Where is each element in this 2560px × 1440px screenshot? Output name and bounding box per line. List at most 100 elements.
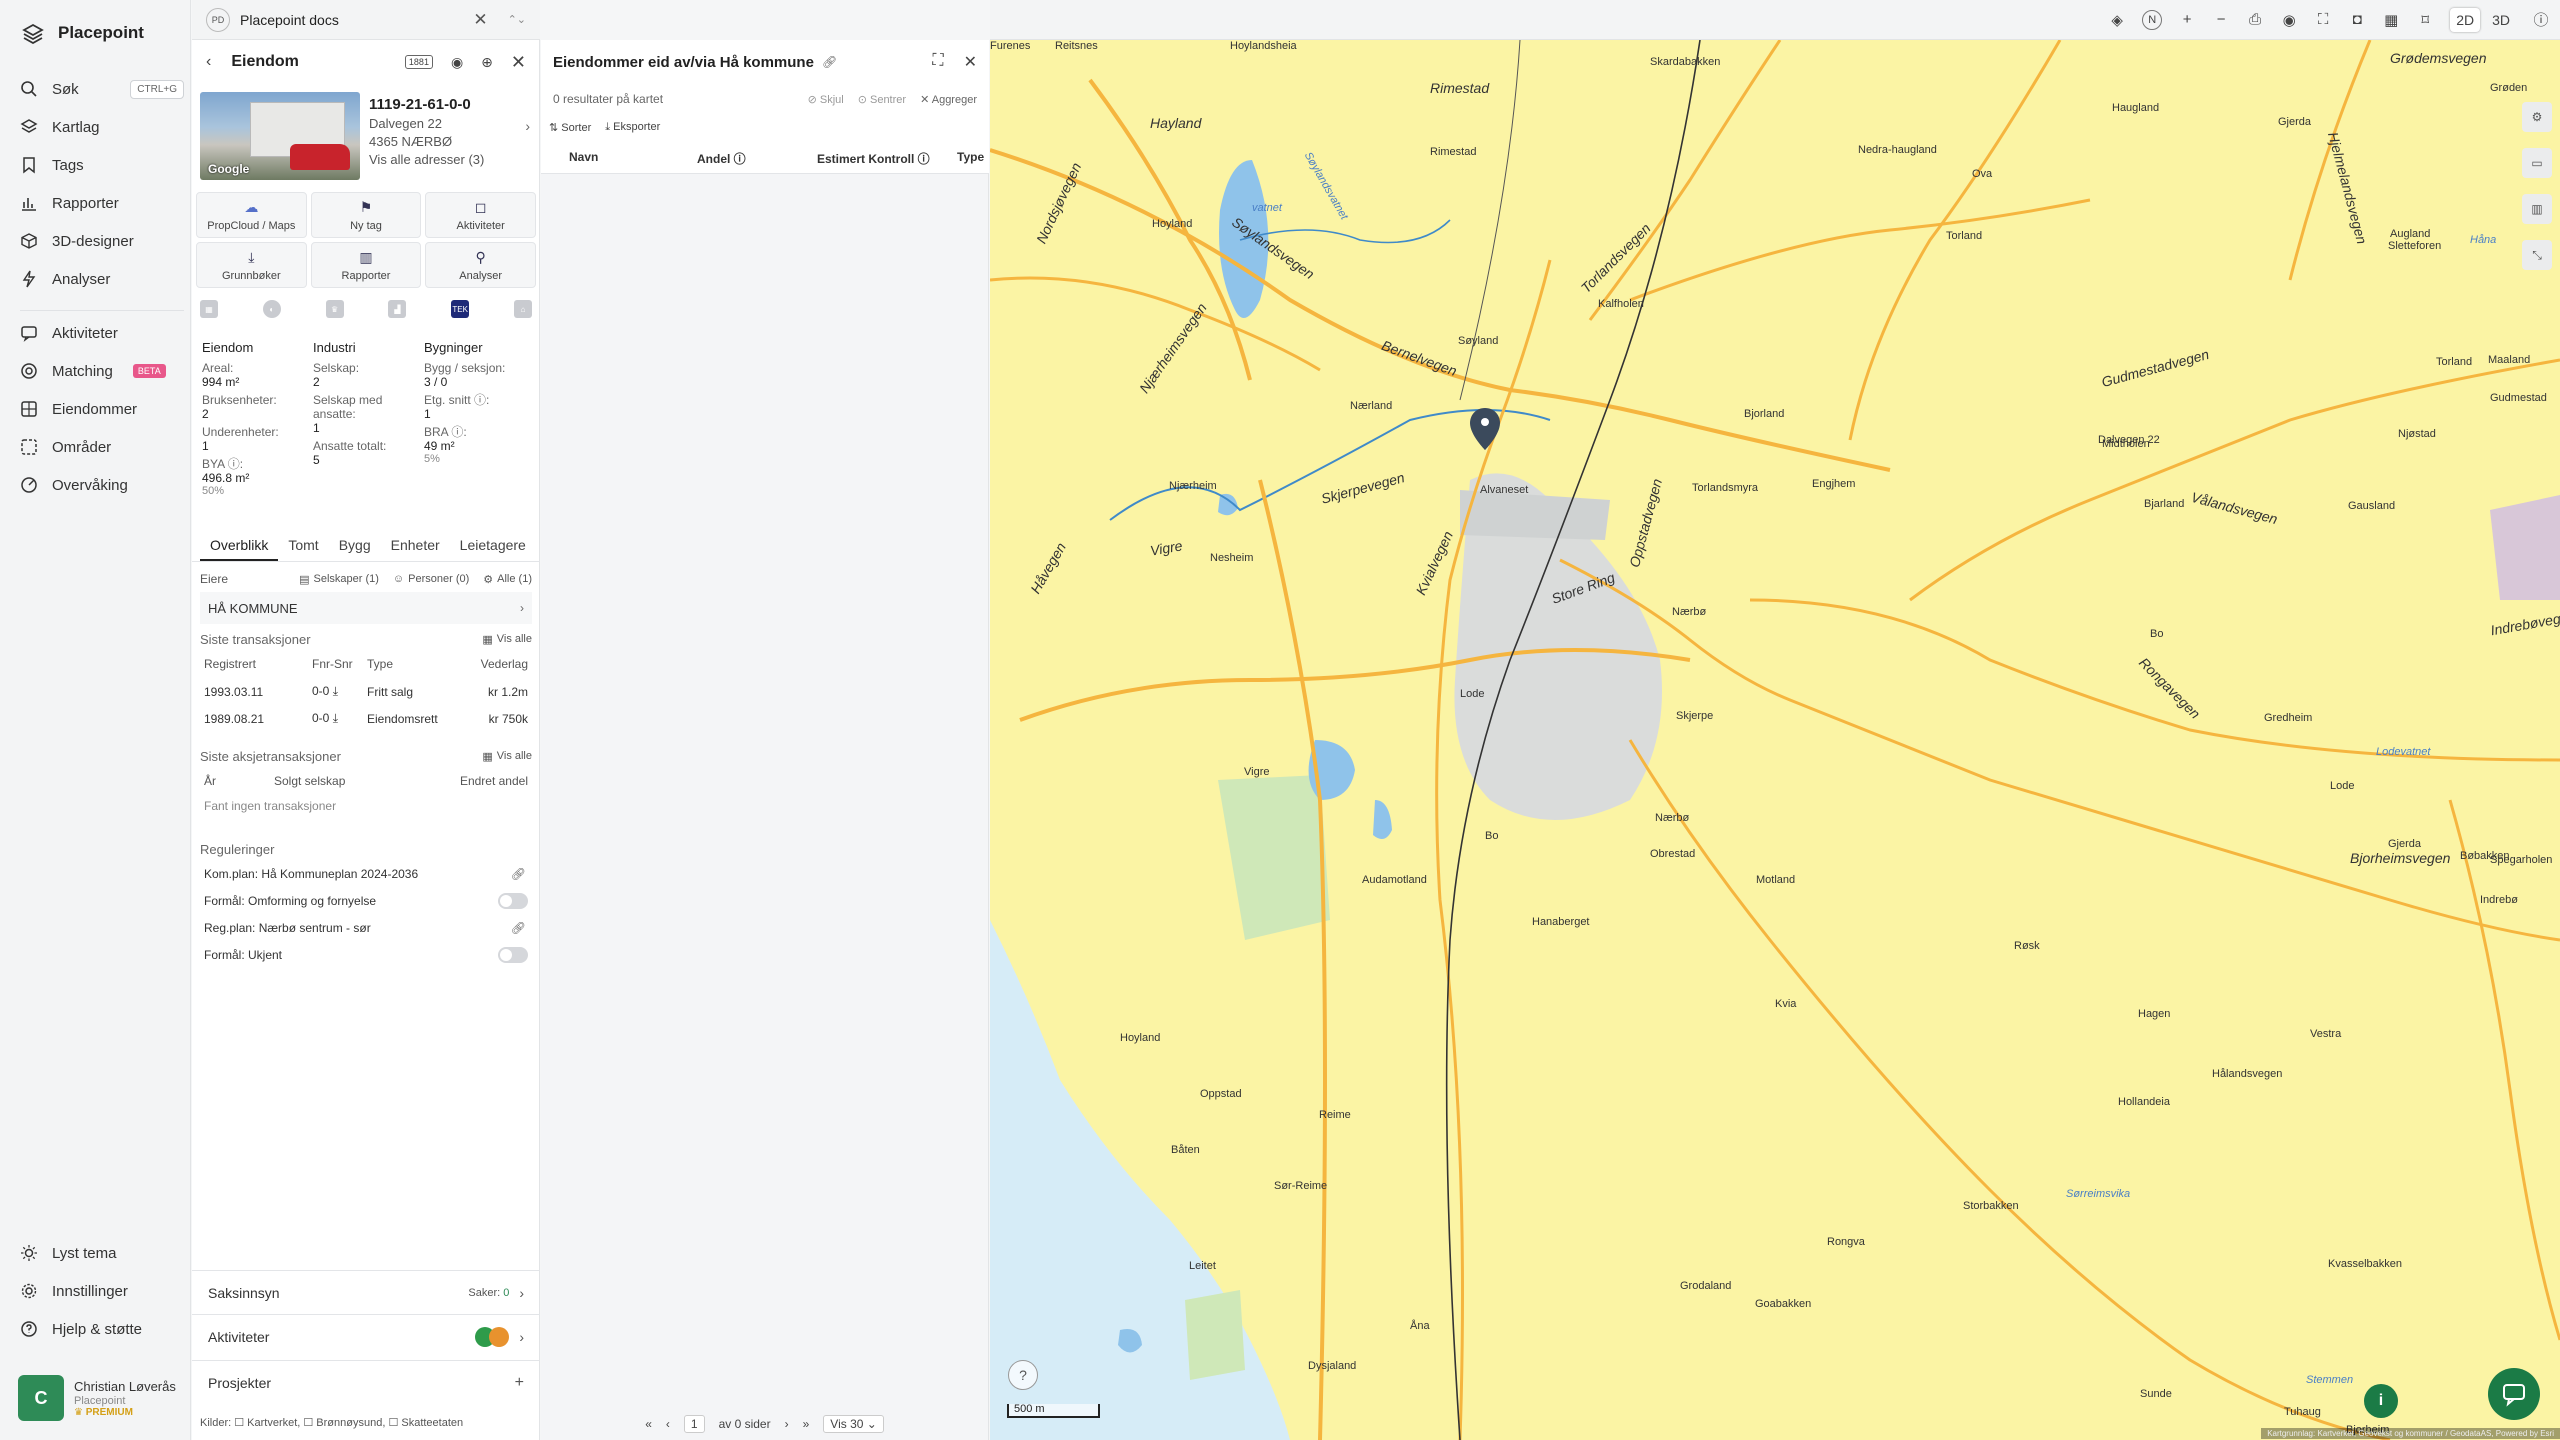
settings-layers-icon[interactable]: ⚙ xyxy=(2522,102,2552,132)
col-header-control[interactable]: Estimert Kontroll ⓘ xyxy=(817,150,930,167)
first-page-icon[interactable]: « xyxy=(645,1417,652,1431)
compass-icon[interactable]: N xyxy=(2142,9,2163,30)
owner-row[interactable]: HÅ KOMMUNE › xyxy=(200,592,532,624)
zoom-out-icon[interactable]: − xyxy=(2212,11,2230,28)
mode-3d-button[interactable]: 3D xyxy=(2486,8,2516,32)
prev-page-icon[interactable]: ‹ xyxy=(666,1417,670,1431)
nav-item-3d-designer[interactable]: 3D-designer xyxy=(20,224,184,258)
nav-item-areas[interactable]: Områder xyxy=(20,430,184,464)
fullscreen-icon[interactable]: ⛶ xyxy=(2314,11,2332,28)
nav-item-settings[interactable]: Innstillinger xyxy=(20,1274,184,1308)
map-help-icon[interactable]: ? xyxy=(1008,1360,1038,1390)
map-canvas[interactable]: Nordsjøvegen Søylandsvegen Njærheimsvegen B… xyxy=(990,40,2560,1440)
export-button[interactable]: ⤓ Eksporter xyxy=(605,121,660,134)
table-row[interactable]: 1993.03.11 0-0 ⤓ Fritt salg kr 1.2m xyxy=(200,678,532,705)
add-icon[interactable]: ⊕ xyxy=(481,54,493,71)
tile-icon[interactable]: ▭ xyxy=(2522,148,2552,178)
tab-buildings[interactable]: Bygg xyxy=(329,534,381,561)
print-icon[interactable]: ⎙ xyxy=(2246,11,2264,28)
nav-item-map-layers[interactable]: Kartlag xyxy=(20,110,184,144)
nav-item-help[interactable]: Hjelp & støtte xyxy=(20,1312,184,1346)
info-button[interactable]: i xyxy=(2364,1384,2398,1418)
nav-item-activities[interactable]: Aktiviteter xyxy=(20,316,184,350)
nav-item-analyses[interactable]: Analyser xyxy=(20,262,184,296)
page-input[interactable]: 1 xyxy=(683,1415,705,1433)
doc-tab[interactable]: PD Placepoint docs ✕ ⌃⌄ xyxy=(192,0,540,40)
chevron-right-icon[interactable]: › xyxy=(525,118,530,134)
projects-section[interactable]: Prosjekter + xyxy=(192,1360,540,1404)
eye-icon[interactable]: ◉ xyxy=(451,54,463,71)
link-icon[interactable]: 🔗︎ xyxy=(511,921,526,935)
next-page-icon[interactable]: › xyxy=(785,1417,789,1431)
persons-filter[interactable]: ☺ Personer (0) xyxy=(393,573,469,586)
activities-button[interactable]: ◻ Aktiviteter xyxy=(425,192,536,238)
building-source-icon[interactable]: ▦ xyxy=(200,300,218,318)
analyses-button[interactable]: ⚲ Analyser xyxy=(425,242,536,288)
grid-icon[interactable]: ▦ xyxy=(2382,11,2400,29)
aggregate-button[interactable]: ✕ Aggreger xyxy=(920,93,977,106)
tab-tenants[interactable]: Leietagere xyxy=(450,534,536,561)
link-icon[interactable]: 🔗︎ xyxy=(511,867,526,881)
activities-section[interactable]: Aktiviteter › xyxy=(192,1314,540,1358)
expand-collapse-icon[interactable]: ⌃⌄ xyxy=(508,13,526,26)
expand-icon[interactable]: ⛶ xyxy=(932,52,943,72)
camera-icon[interactable]: ◘ xyxy=(2348,11,2366,28)
close-icon[interactable]: ✕ xyxy=(511,52,526,73)
bookmark-icon[interactable]: ⌑ xyxy=(2416,11,2434,29)
reports-button[interactable]: ▥ Rapporter xyxy=(310,242,422,288)
nav-item-search[interactable]: Søk CTRL+G xyxy=(20,72,184,106)
propcloud-button[interactable]: ☁ PropCloud / Maps xyxy=(196,192,307,238)
mode-2d-button[interactable]: 2D xyxy=(2450,7,2481,32)
property-address-block[interactable]: 1119-21-61-0-0 Dalvegen 22 4365 NÆRBØ Vi… xyxy=(369,96,534,167)
close-icon[interactable]: ✕ xyxy=(964,52,977,72)
last-page-icon[interactable]: » xyxy=(803,1417,810,1431)
regulation-item[interactable]: Reg.plan: Nærbø sentrum - sør 🔗︎ xyxy=(200,914,532,941)
tab-overview[interactable]: Overblikk xyxy=(200,534,279,561)
globe-source-icon[interactable]: ◐ xyxy=(262,300,281,318)
col-header-share[interactable]: Andel ⓘ xyxy=(697,150,746,167)
home-source-icon[interactable]: ⌂ xyxy=(513,300,532,318)
nav-item-light-theme[interactable]: Lyst tema xyxy=(20,1236,184,1270)
sort-button[interactable]: ⇅ Sorter xyxy=(549,121,591,134)
app-brand[interactable]: Placepoint xyxy=(22,22,144,44)
new-tag-button[interactable]: ⚑ Ny tag xyxy=(310,192,422,238)
view-all-transactions-button[interactable]: ▦ Vis alle xyxy=(482,633,532,646)
all-filter[interactable]: ⚙ Alle (1) xyxy=(483,573,532,586)
col-header-name[interactable]: Navn xyxy=(569,150,598,164)
tab-plot[interactable]: Tomt xyxy=(278,534,328,561)
companies-filter[interactable]: ▤ Selskaper (1) xyxy=(299,573,379,586)
nav-item-matching[interactable]: Matching BETA xyxy=(20,354,184,388)
link-icon[interactable]: 🔗︎ xyxy=(822,55,837,69)
col-header-type[interactable]: Type xyxy=(957,150,984,164)
phonebook-badge-icon[interactable]: 1881 xyxy=(404,55,433,69)
chart-icon[interactable]: ▥ xyxy=(2522,194,2552,224)
nav-item-reports[interactable]: Rapporter xyxy=(20,186,184,220)
land-registry-button[interactable]: ⤓ Grunnbøker xyxy=(196,242,307,288)
tab-units[interactable]: Enheter xyxy=(381,534,450,561)
center-button[interactable]: ⊙ Sentrer xyxy=(858,93,906,106)
user-profile[interactable]: C Christian Løverås Placepoint ♛ PREMIUM xyxy=(18,1372,188,1424)
per-page-select[interactable]: Vis 30 ⌄ xyxy=(823,1415,884,1433)
all-addresses-link[interactable]: Vis alle adresser (3) xyxy=(369,152,534,167)
stats-source-icon[interactable]: ▟ xyxy=(388,300,407,318)
hide-button[interactable]: ⊘ Skjul xyxy=(808,93,844,106)
layers-stack-icon[interactable]: ◈ xyxy=(2108,11,2126,29)
info-icon[interactable]: ⓘ xyxy=(2532,9,2550,30)
table-row[interactable]: 1989.08.21 0-0 ⤓ Eiendomsrett kr 750k xyxy=(200,705,532,732)
factory-source-icon[interactable]: ♛ xyxy=(325,300,344,318)
case-access-section[interactable]: Saksinnsyn Saker: 0 › xyxy=(192,1270,540,1314)
regulation-toggle[interactable] xyxy=(498,946,528,963)
close-icon[interactable]: ✕ xyxy=(473,10,487,30)
add-icon[interactable]: + xyxy=(515,1374,524,1392)
property-marker-label[interactable]: Dalvegen 22 xyxy=(2098,434,2160,446)
measure-icon[interactable]: ⤡ xyxy=(2522,240,2552,270)
regulation-item[interactable]: Kom.plan: Hå Kommuneplan 2024-2036 🔗︎ xyxy=(200,860,532,887)
nav-item-monitoring[interactable]: Overvåking xyxy=(20,468,184,502)
back-icon[interactable]: ‹ xyxy=(206,53,211,71)
regulation-toggle[interactable] xyxy=(498,892,528,909)
chat-support-button[interactable] xyxy=(2488,1368,2540,1420)
zoom-in-icon[interactable]: + xyxy=(2178,11,2196,28)
nav-item-tags[interactable]: Tags xyxy=(20,148,184,182)
street-view-photo[interactable]: Google xyxy=(200,92,360,180)
eye-icon[interactable]: ◉ xyxy=(2280,11,2298,29)
